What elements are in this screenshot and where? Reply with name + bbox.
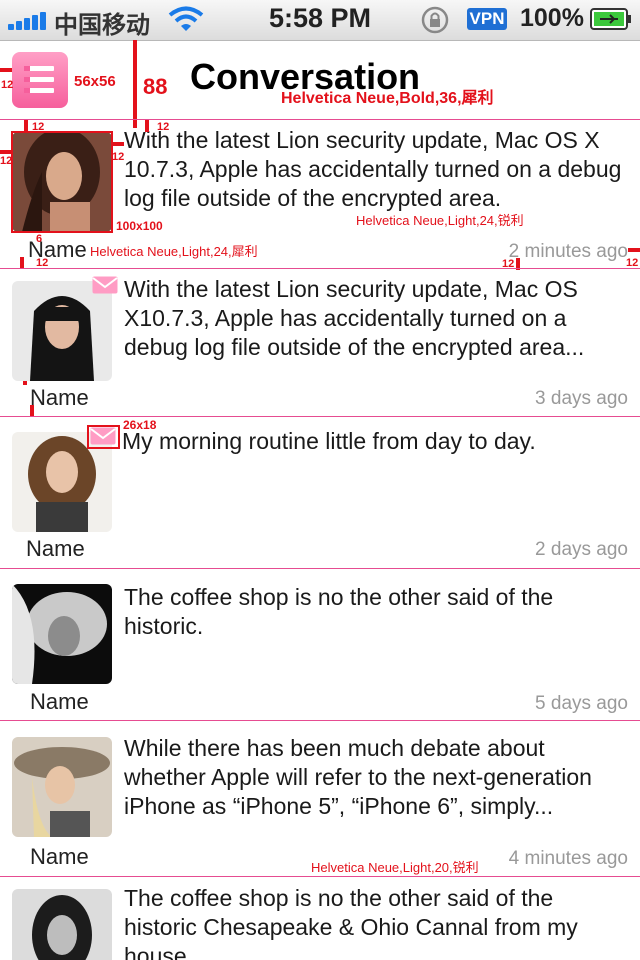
contact-name: Name [30,844,89,869]
message-time: 2 minutes ago [508,241,628,262]
battery-percentage: 100% [520,4,584,32]
annotation-avatar-size: 100x100 [116,219,163,233]
battery-charging-icon [590,8,631,30]
annotation-margin: 12 [157,121,170,133]
status-bar: 中国移动 5:58 PM VPN 100% [0,0,640,41]
annotation-marker [23,381,27,385]
unread-mail-icon [92,276,118,294]
annotation-marker [112,142,124,146]
message-time: 5 days ago [535,693,628,714]
conversation-row[interactable]: The coffee shop is no the other said of … [0,877,640,960]
conversation-row[interactable]: With the latest Lion security update, Ma… [0,269,640,416]
message-preview: With the latest Lion security update, Ma… [124,276,585,360]
conversation-row[interactable]: While there has been much debate about w… [0,721,640,876]
conversation-row[interactable]: The coffee shop is no the other said of … [0,569,640,720]
contact-name: Name [30,385,89,410]
annotation-marker [628,248,640,252]
annotation-marker [133,40,137,128]
annotation-marker [24,120,28,132]
message-preview: While there has been much debate about w… [124,735,592,819]
contact-name: Name [30,689,89,714]
annotation-marker [0,150,12,154]
message-preview: The coffee shop is no the other said of … [124,584,554,639]
vpn-badge: VPN [467,8,507,30]
annotation-marker [0,68,12,72]
rotation-lock-icon [421,6,449,34]
annotation-marker [20,257,24,268]
annotation-box [11,131,113,233]
avatar [12,584,112,684]
message-preview: With the latest Lion security update, Ma… [124,127,622,211]
message-preview: My morning routine little from day to da… [122,428,536,454]
annotation-margin: 12 [1,79,14,91]
annotation-message-font: Helvetica Neue,Light,24,锐利 [356,213,524,228]
message-time: 3 days ago [535,388,628,409]
annotation-margin: 12 [0,155,13,167]
menu-button[interactable] [12,52,68,108]
annotation-marker [30,405,34,416]
annotation-name-font: Helvetica Neue,Light,24,犀利 [90,244,258,259]
message-time: 2 days ago [535,539,628,560]
annotation-margin: 12 [32,121,45,133]
annotation-time-font: Helvetica Neue,Light,20,锐利 [311,860,479,875]
annotation-title-font: Helvetica Neue,Bold,36,犀利 [281,90,494,107]
annotation-margin: 12 [112,151,125,163]
annotation-box [87,425,120,449]
avatar [12,281,112,381]
annotation-mail-size: 26x18 [123,418,157,432]
avatar [12,889,112,960]
annotation-marker [145,120,149,132]
contact-name: Name [26,536,85,561]
annotation-margin: 6 [36,233,43,245]
avatar [12,737,112,837]
annotation-header-height: 88 [143,74,168,99]
message-time: 4 minutes ago [508,848,628,869]
message-preview: The coffee shop is no the other said of … [124,885,578,960]
annotation-menu-size: 56x56 [74,73,116,90]
